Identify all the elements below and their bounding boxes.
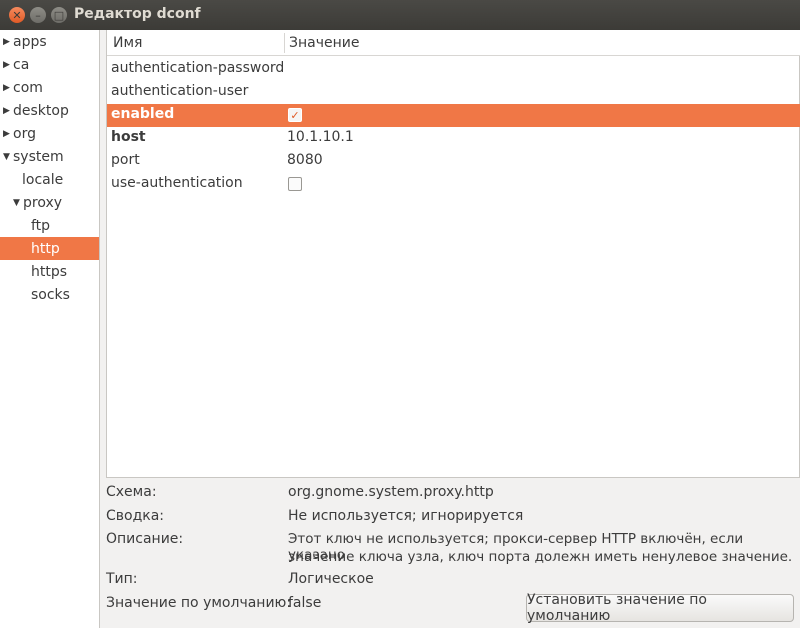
tree-item-https[interactable]: https [0, 260, 99, 283]
collapsed-arrow-icon[interactable]: ▶ [3, 60, 13, 70]
key-row-host[interactable]: host 10.1.10.1 [107, 127, 800, 150]
collapsed-arrow-icon[interactable]: ▶ [3, 37, 13, 47]
maximize-icon: □ [53, 8, 65, 22]
key-name: use-authentication [111, 175, 243, 191]
description-label: Описание: [106, 531, 184, 547]
tree-item-ftp[interactable]: ftp [0, 214, 99, 237]
table-header: Имя Значение [107, 30, 800, 56]
collapsed-arrow-icon[interactable]: ▶ [3, 129, 13, 139]
key-row-use-authentication[interactable]: use-authentication [107, 173, 800, 196]
column-header-name[interactable]: Имя [113, 35, 142, 51]
tree-item-socks[interactable]: socks [0, 283, 99, 306]
type-value: Логическое [288, 571, 374, 587]
key-row-enabled[interactable]: enabled ✓ [107, 104, 800, 127]
schema-label: Схема: [106, 484, 157, 500]
minimize-window-button[interactable]: – [30, 7, 46, 23]
key-name: enabled [111, 106, 175, 122]
set-default-button[interactable]: Установить значение по умолчанию [526, 592, 794, 624]
key-value[interactable]: 10.1.10.1 [287, 129, 354, 145]
tree-item-locale[interactable]: locale [0, 168, 99, 191]
key-row-authentication-password[interactable]: authentication-password [107, 58, 800, 81]
column-header-value[interactable]: Значение [289, 35, 359, 51]
key-name: authentication-password [111, 60, 285, 76]
title-bar: ✕ – □ Редактор dconf [0, 0, 800, 30]
checkbox-unchecked[interactable] [288, 177, 302, 191]
tree-item-label: desktop [13, 102, 69, 119]
summary-label: Сводка: [106, 508, 165, 524]
collapsed-arrow-icon[interactable]: ▶ [3, 83, 13, 93]
column-divider[interactable] [284, 33, 285, 53]
schema-value: org.gnome.system.proxy.http [288, 484, 494, 500]
minimize-icon: – [35, 8, 41, 22]
maximize-window-button[interactable]: □ [51, 7, 67, 23]
type-label: Тип: [106, 571, 138, 587]
tree-item-label: system [13, 148, 64, 165]
tree-item-label: https [31, 263, 68, 280]
tree-item-desktop[interactable]: ▶ desktop [0, 99, 99, 122]
key-row-authentication-user[interactable]: authentication-user [107, 81, 800, 104]
expanded-arrow-icon[interactable]: ▼ [13, 198, 23, 208]
tree-item-label: http [31, 240, 60, 257]
checkbox-checked[interactable]: ✓ [288, 108, 302, 122]
tree-item-label: proxy [23, 194, 63, 211]
close-icon: ✕ [12, 8, 22, 22]
tree-item-ca[interactable]: ▶ ca [0, 53, 99, 76]
tree-item-label: org [13, 125, 36, 142]
key-row-port[interactable]: port 8080 [107, 150, 800, 173]
expanded-arrow-icon[interactable]: ▼ [3, 152, 13, 162]
tree-item-system[interactable]: ▼ system [0, 145, 99, 168]
tree-item-label: socks [31, 286, 70, 303]
tree-item-label: apps [13, 33, 47, 50]
description-line-2: значение ключа узла, ключ порта долежн и… [288, 549, 793, 565]
key-name: port [111, 152, 140, 168]
key-name: host [111, 129, 146, 145]
window-title: Редактор dconf [74, 6, 201, 22]
keys-table[interactable]: Имя Значение authentication-password auth… [106, 30, 800, 478]
tree-item-label: com [13, 79, 43, 96]
tree-item-proxy[interactable]: ▼ proxy [0, 191, 99, 214]
default-label: Значение по умолчанию: [106, 595, 292, 611]
tree-item-org[interactable]: ▶ org [0, 122, 99, 145]
tree-item-label: ca [13, 56, 30, 73]
collapsed-arrow-icon[interactable]: ▶ [3, 106, 13, 116]
tree-item-label: locale [22, 171, 64, 188]
close-window-button[interactable]: ✕ [9, 7, 25, 23]
tree-item-com[interactable]: ▶ com [0, 76, 99, 99]
key-name: authentication-user [111, 83, 249, 99]
tree-item-label: ftp [31, 217, 51, 234]
tree-item-apps[interactable]: ▶ apps [0, 30, 99, 53]
summary-value: Не используется; игнорируется [288, 508, 524, 524]
schema-tree[interactable]: ▶ apps ▶ ca ▶ com ▶ desktop ▶ org ▼ system locale ▼ pr… [0, 30, 100, 628]
key-value[interactable]: 8080 [287, 152, 323, 168]
tree-item-http[interactable]: http [0, 237, 99, 260]
default-value: false [288, 595, 322, 611]
